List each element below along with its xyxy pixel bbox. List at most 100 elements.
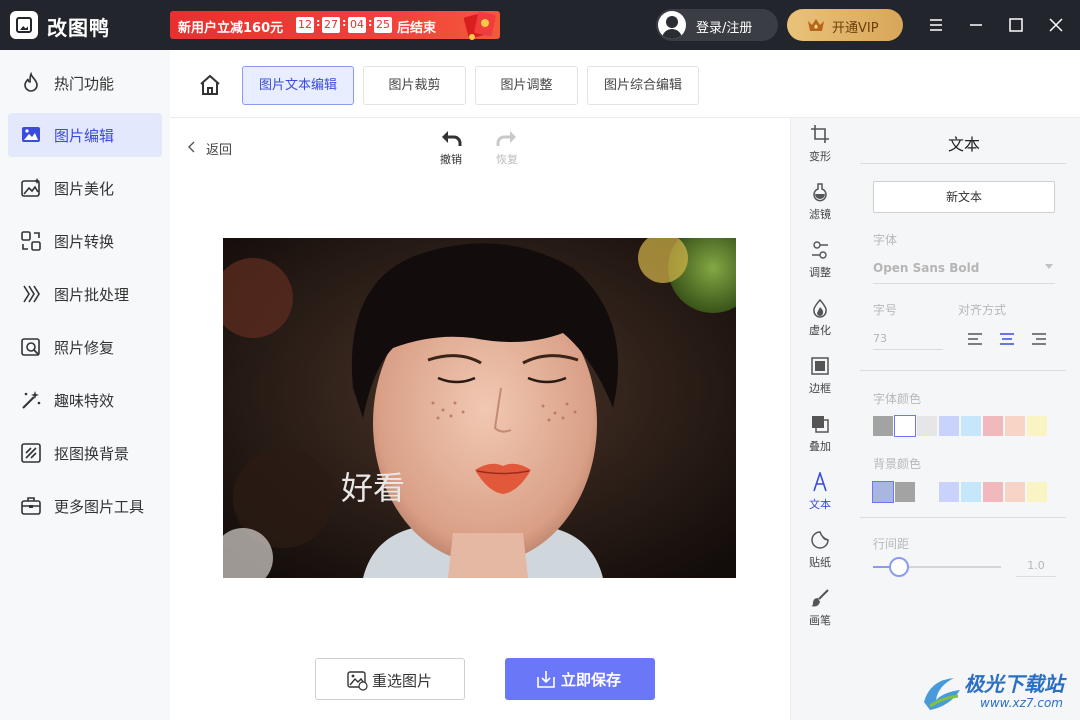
avatar-icon	[658, 11, 686, 39]
bg-color-swatch[interactable]	[895, 482, 915, 502]
sidebar-item-convert[interactable]: 图片转换	[8, 219, 162, 263]
download-icon	[537, 671, 555, 688]
border-icon	[811, 357, 829, 375]
sidebar-item-repair[interactable]: 照片修复	[8, 325, 162, 369]
tool-adjust[interactable]: 调整	[791, 236, 849, 288]
sidebar-item-beautify[interactable]: 图片美化	[8, 166, 162, 210]
tool-label: 滤镜	[809, 208, 831, 221]
bg-color-swatch[interactable]	[983, 482, 1003, 502]
undo-icon	[442, 131, 462, 146]
promo-suffix: 后结束	[397, 21, 437, 36]
font-color-swatch[interactable]	[894, 415, 916, 437]
filter-icon	[813, 183, 827, 202]
tool-blur[interactable]: 虚化	[791, 294, 849, 346]
countdown-hours: 12	[296, 17, 314, 33]
close-icon[interactable]	[1045, 14, 1067, 36]
undo-button[interactable]: 撤销	[436, 128, 466, 167]
tab-adjust[interactable]: 图片调整	[475, 66, 578, 105]
minimize-icon[interactable]	[965, 14, 987, 36]
tool-text[interactable]: 文本	[791, 468, 849, 520]
font-color-swatch[interactable]	[1005, 416, 1025, 436]
sidebar-item-label: 图片转换	[54, 233, 115, 251]
adjust-icon	[812, 241, 828, 259]
blur-icon	[813, 298, 827, 318]
sidebar-item-label: 热门功能	[54, 75, 115, 93]
bg-color-swatch[interactable]	[939, 482, 959, 502]
font-color-label: 字体颜色	[873, 392, 922, 406]
sidebar-item-hot[interactable]: 热门功能	[8, 61, 162, 105]
bg-color-swatch[interactable]	[917, 482, 937, 502]
tab-composite-edit[interactable]: 图片综合编辑	[587, 66, 699, 105]
canvas-area: 返回 撤销 恢复 好看 重选图片 立即保存	[170, 118, 790, 720]
sidebar-item-label: 抠图换背景	[54, 445, 130, 463]
sidebar-item-cutout[interactable]: 抠图换背景	[8, 431, 162, 475]
red-packet-icon	[463, 11, 496, 40]
vip-button[interactable]: 开通VIP	[787, 9, 903, 41]
sidebar-item-image-edit[interactable]: 图片编辑	[8, 113, 162, 157]
promo-banner[interactable]: 新用户立减160元 12 : 27 : 04 : 25 后结束	[170, 11, 500, 40]
bg-color-swatch[interactable]	[1005, 482, 1025, 502]
line-spacing-handle[interactable]	[888, 557, 909, 577]
save-button[interactable]: 立即保存	[505, 658, 655, 700]
align-right-icon[interactable]	[1031, 332, 1047, 346]
photo-overlay-text[interactable]: 好看	[341, 463, 405, 509]
font-size-input[interactable]: 73	[873, 328, 943, 350]
reselect-image-button[interactable]: 重选图片	[315, 658, 465, 700]
tool-label: 调整	[809, 266, 831, 279]
sidebar-item-label: 照片修复	[54, 339, 115, 357]
size-label: 字号	[873, 303, 898, 317]
bg-color-swatch[interactable]	[1027, 482, 1047, 502]
bg-color-swatch[interactable]	[961, 482, 981, 502]
tool-filter[interactable]: 滤镜	[791, 178, 849, 230]
new-text-button[interactable]: 新文本	[873, 181, 1055, 213]
menu-icon[interactable]	[925, 14, 947, 36]
line-spacing-value[interactable]: 1.0	[1016, 555, 1056, 577]
brush-icon	[811, 589, 829, 607]
tool-sticker[interactable]: 贴纸	[791, 526, 849, 578]
image-replace-icon	[347, 671, 368, 691]
align-left-icon[interactable]	[967, 332, 983, 346]
watermark-url: www.xz7.com	[980, 696, 1063, 710]
font-color-swatch[interactable]	[961, 416, 981, 436]
font-color-swatch[interactable]	[939, 416, 959, 436]
login-button[interactable]: 登录/注册	[656, 9, 778, 41]
tab-crop[interactable]: 图片裁剪	[363, 66, 466, 105]
tool-label: 画笔	[809, 614, 831, 627]
tool-transform[interactable]: 变形	[791, 120, 849, 172]
edited-photo[interactable]: 好看	[223, 238, 736, 578]
save-label: 立即保存	[561, 671, 622, 689]
font-color-swatch[interactable]	[917, 416, 937, 436]
tool-border[interactable]: 边框	[791, 352, 849, 404]
text-properties-panel: 文本 新文本 字体 Open Sans Bold 字号 对齐方式 73 字体颜色…	[848, 118, 1080, 720]
font-size-value: 73	[873, 332, 887, 345]
sidebar-item-label: 图片批处理	[54, 286, 130, 304]
text-icon	[813, 472, 827, 492]
tool-overlay[interactable]: 叠加	[791, 410, 849, 462]
maximize-icon[interactable]	[1005, 14, 1027, 36]
font-value: Open Sans Bold	[873, 261, 980, 275]
chevron-left-icon[interactable]	[188, 141, 196, 153]
font-color-swatch[interactable]	[983, 416, 1003, 436]
sticker-icon	[811, 531, 829, 549]
font-color-swatch[interactable]	[873, 416, 893, 436]
title-bar: 改图鸭 新用户立减160元 12 : 27 : 04 : 25 后结束 登录/注…	[0, 0, 1080, 50]
sidebar-item-effects[interactable]: 趣味特效	[8, 378, 162, 422]
login-label: 登录/注册	[696, 21, 753, 36]
font-color-swatch[interactable]	[1027, 416, 1047, 436]
align-center-icon[interactable]	[999, 332, 1015, 346]
sidebar-item-more-tools[interactable]: 更多图片工具	[8, 484, 162, 528]
tab-text-edit[interactable]: 图片文本编辑	[242, 66, 354, 105]
back-link[interactable]: 返回	[206, 139, 232, 158]
image-edit-icon	[22, 127, 40, 142]
sidebar-item-batch[interactable]: 图片批处理	[8, 272, 162, 316]
bg-color-swatch[interactable]	[872, 481, 894, 503]
fire-icon	[24, 72, 38, 92]
redo-icon	[496, 131, 516, 146]
photo-repair-icon	[21, 338, 40, 356]
font-select[interactable]: Open Sans Bold	[873, 258, 1055, 284]
tool-brush[interactable]: 画笔	[791, 584, 849, 636]
home-icon[interactable]	[198, 74, 222, 96]
redo-button[interactable]: 恢复	[492, 128, 522, 167]
reselect-label: 重选图片	[372, 672, 433, 690]
tool-label: 贴纸	[809, 556, 831, 569]
